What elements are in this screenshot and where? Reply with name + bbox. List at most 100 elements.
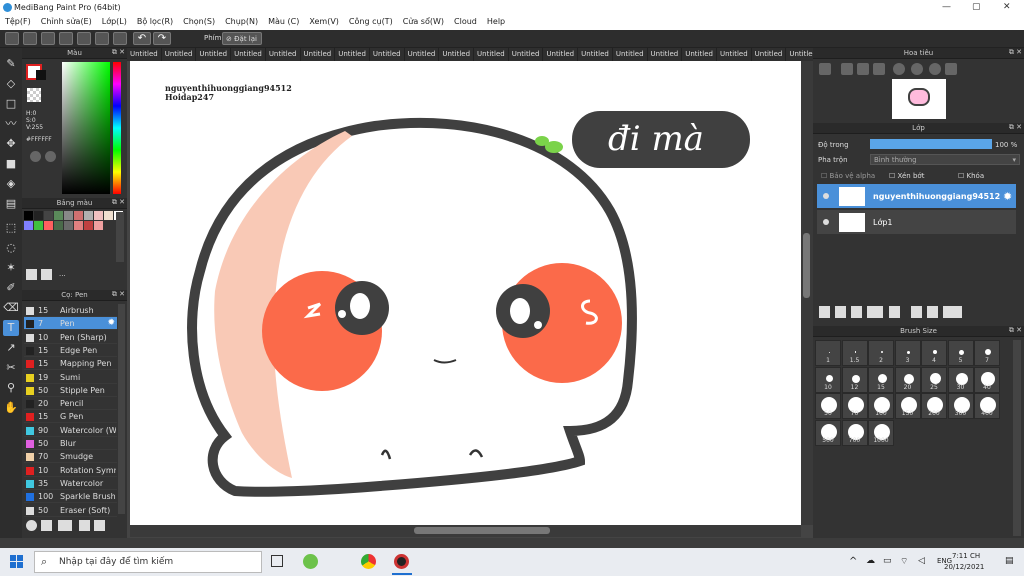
select-eraser-icon[interactable]: ⌫	[3, 300, 19, 316]
network-icon[interactable]: ⌔	[900, 556, 908, 567]
window-icon[interactable]	[59, 32, 73, 45]
swatch[interactable]	[64, 221, 73, 230]
duplicate-layer-icon[interactable]	[911, 306, 922, 318]
eye-icon[interactable]	[823, 193, 829, 199]
swatch[interactable]	[34, 221, 43, 230]
magic-wand-icon[interactable]: ✶	[3, 260, 19, 276]
brush-size-cell[interactable]: 4	[921, 340, 947, 366]
divide-tool-icon[interactable]: ✂	[3, 360, 19, 376]
brush-item[interactable]: 15 G Pen	[24, 410, 117, 424]
add-palette-icon[interactable]	[26, 269, 37, 280]
document-tab[interactable]: Untitled	[509, 48, 544, 61]
layer-row[interactable]: Lớp1	[817, 210, 1016, 235]
windows-start-icon[interactable]	[10, 555, 23, 568]
select-tool-icon[interactable]: ⬚	[3, 220, 19, 236]
rotate-left-icon[interactable]	[893, 63, 905, 75]
canvas[interactable]: nguyenthihuonggiang94512 Hoidap247 đi mà	[130, 61, 801, 525]
new-8bit-layer-icon[interactable]	[851, 306, 862, 318]
document-tab[interactable]: Untitled	[682, 48, 717, 61]
brush-item[interactable]: 7 Pen ✹	[24, 317, 117, 331]
menu-item[interactable]: Xem(V)	[304, 15, 344, 30]
hue-slider[interactable]	[113, 62, 121, 194]
merge-down-icon[interactable]	[927, 306, 938, 318]
share-icon[interactable]	[23, 32, 37, 45]
panel-close-icon[interactable]: ⧉ ✕	[112, 48, 125, 57]
swatch[interactable]	[44, 221, 53, 230]
brush-size-cell[interactable]: 70	[841, 393, 868, 419]
new-layer-menu-icon[interactable]	[867, 306, 883, 318]
folder-icon[interactable]	[889, 306, 900, 318]
document-tab[interactable]: Untitled	[439, 48, 475, 61]
navigator-preview[interactable]	[892, 79, 946, 119]
document-tab[interactable]: Untitled	[717, 48, 752, 61]
rotate-reset-icon[interactable]	[911, 63, 923, 75]
scroll-thumb[interactable]	[803, 233, 810, 298]
menu-item[interactable]: Lớp(L)	[97, 15, 132, 30]
brush-size-cell[interactable]: 50	[815, 393, 841, 419]
notification-icon[interactable]: ▤	[1005, 556, 1014, 566]
medibang-icon[interactable]	[394, 554, 409, 569]
brush-item[interactable]: 50 Eraser (Soft)	[24, 504, 117, 517]
gear-icon[interactable]: ✹	[1003, 190, 1012, 203]
menu-item[interactable]: Màu (C)	[263, 15, 304, 30]
opacity-slider[interactable]	[870, 139, 992, 149]
brush-item[interactable]: 10 Rotation Symmetry	[24, 464, 117, 477]
gear-icon[interactable]: ✹	[107, 318, 115, 328]
document-tab[interactable]: Untitled	[752, 48, 787, 61]
clipping-checkbox[interactable]: ☐ Xén bớt	[889, 172, 924, 180]
document-tab[interactable]: Untitled	[648, 48, 683, 61]
menu-item[interactable]: Công cụ(T)	[344, 15, 398, 30]
palette-scrollbar[interactable]	[116, 212, 124, 262]
brush-item[interactable]: 50 Stipple Pen	[24, 384, 117, 397]
text-tool-icon[interactable]: T	[3, 320, 19, 336]
document-tab[interactable]: Untitled	[578, 48, 613, 61]
brush-item[interactable]: 19 Sumi	[24, 371, 117, 384]
menu-item[interactable]: Tệp(F)	[0, 15, 36, 30]
menu-item[interactable]: Cửa sổ(W)	[398, 15, 449, 30]
minimize-button[interactable]: —	[942, 2, 951, 12]
swatch[interactable]	[54, 211, 63, 220]
menu-item[interactable]: Cloud	[449, 15, 482, 30]
eyedropper-icon[interactable]: ⚲	[3, 380, 19, 396]
lasso-tool-icon[interactable]: ◌	[3, 240, 19, 256]
copy-brush-icon[interactable]	[79, 520, 90, 531]
document-tab[interactable]: Untitled	[543, 48, 579, 61]
swatch[interactable]	[104, 221, 113, 230]
zoom-in-icon[interactable]	[841, 63, 853, 75]
document-tab[interactable]: Untitled	[786, 48, 813, 61]
menu-item[interactable]: Help	[482, 15, 510, 30]
brush-item[interactable]: 100 Sparkle Brush	[24, 490, 117, 504]
menu-item[interactable]: Bộ lọc(R)	[132, 15, 178, 30]
grid-icon[interactable]	[77, 32, 91, 45]
document-tab[interactable]: Untitled	[231, 48, 266, 61]
layer-row[interactable]: nguyenthihuonggiang94512 ✹	[817, 184, 1016, 209]
brush-tool-icon[interactable]: ✎	[3, 56, 19, 72]
brush-size-cell[interactable]: 40	[974, 366, 1000, 393]
app-icon[interactable]	[303, 554, 318, 569]
zoom-out-icon[interactable]	[873, 63, 885, 75]
brush-size-cell[interactable]: 20	[894, 366, 921, 393]
comment-icon[interactable]	[41, 32, 55, 45]
task-view-icon[interactable]	[271, 555, 283, 567]
panel-close-icon[interactable]: ⧉ ✕	[1009, 326, 1022, 335]
dot-tool-icon[interactable]: □	[3, 96, 19, 112]
brush-size-cell[interactable]: 300	[947, 393, 974, 419]
panel-icon[interactable]	[113, 32, 127, 45]
close-button[interactable]: ✕	[1003, 2, 1011, 12]
document-tab[interactable]: Untitled	[266, 48, 301, 61]
document-tab[interactable]: Untitled	[127, 48, 162, 61]
swatch[interactable]	[64, 211, 73, 220]
lock-checkbox[interactable]: ☐ Khóa	[958, 172, 984, 180]
brush-menu-icon[interactable]	[58, 520, 72, 531]
add-brush-icon[interactable]	[41, 520, 52, 531]
canvas-horizontal-scrollbar[interactable]	[130, 525, 801, 537]
reset-button[interactable]: ⊘ Đặt lại	[222, 32, 262, 45]
document-tab[interactable]: Untitled	[474, 48, 509, 61]
palette-swatches[interactable]	[24, 211, 123, 231]
cloud-tray-icon[interactable]: ☁	[866, 556, 875, 566]
maximize-button[interactable]: ▢	[972, 2, 981, 12]
brush-size-scrollbar[interactable]	[1013, 340, 1021, 536]
move-tool-icon[interactable]: ✥	[3, 136, 19, 152]
swatch[interactable]	[104, 211, 113, 220]
brush-size-cell[interactable]: 15	[868, 366, 894, 393]
